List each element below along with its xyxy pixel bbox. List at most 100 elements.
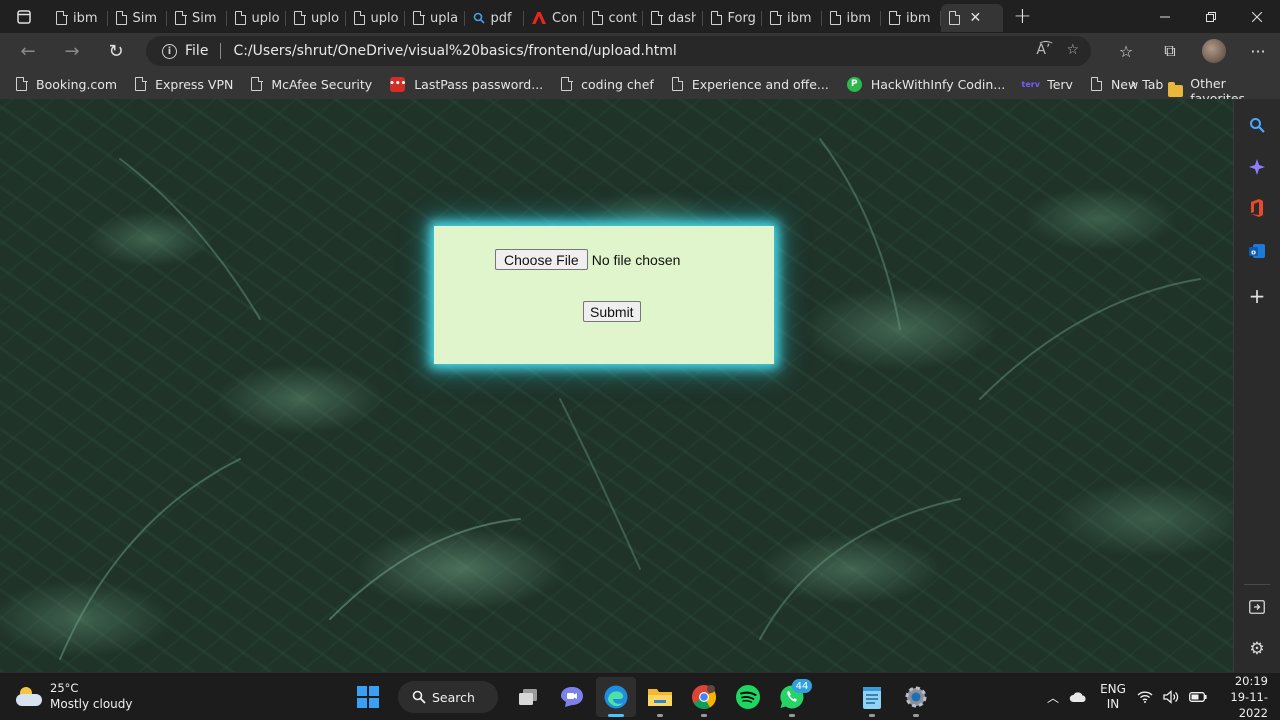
partly-cloudy-icon (16, 686, 42, 707)
show-hidden-icons-button[interactable]: ︿ (1040, 689, 1066, 706)
close-tab-icon[interactable]: ✕ (970, 10, 982, 26)
profile-button[interactable] (1192, 33, 1236, 69)
close-window-button[interactable] (1234, 0, 1280, 33)
tab-label: ibm (73, 10, 98, 26)
tab[interactable]: Sim (167, 4, 227, 32)
tab[interactable]: upla (405, 4, 465, 32)
hide-sidebar-icon (1249, 600, 1265, 614)
bookmark-label: McAfee Security (271, 76, 373, 92)
favorites-button[interactable]: ☆ (1104, 33, 1148, 69)
refresh-button[interactable]: ↻ (94, 33, 138, 69)
tab[interactable]: uplo (346, 4, 406, 32)
bookmark-label: Experience and offe... (691, 76, 829, 92)
bookmark-item[interactable]: P HackWithInfy Codin... (846, 76, 1005, 92)
page-icon (175, 10, 187, 25)
onedrive-tray-button[interactable] (1066, 691, 1090, 703)
page-icon (948, 10, 960, 25)
hide-sidebar-button[interactable] (1246, 596, 1268, 618)
minimize-button[interactable] (1142, 0, 1188, 33)
address-bar[interactable]: i File C:/Users/shrut/OneDrive/visual%20… (146, 36, 1091, 66)
bookmark-item[interactable]: ••• LastPass password... (389, 76, 544, 92)
page-icon (671, 76, 684, 91)
clock[interactable]: 20:19 19-11-2022 (1208, 673, 1280, 720)
tab[interactable]: Sim (108, 4, 168, 32)
page-icon (889, 10, 901, 25)
favorites-star-icon: ☆ (1118, 41, 1134, 61)
chrome-app[interactable] (684, 677, 724, 717)
maximize-button[interactable] (1188, 0, 1234, 33)
sidebar-add-button[interactable]: + (1246, 284, 1268, 308)
tab[interactable]: uplo (286, 4, 346, 32)
sidebar-search-button[interactable] (1246, 114, 1268, 136)
bookmark-item[interactable]: New Tab (1090, 76, 1163, 92)
sidebar-settings-button[interactable]: ⚙ (1246, 638, 1268, 660)
quick-settings-button[interactable] (1136, 690, 1208, 704)
tab[interactable]: uplo (227, 4, 287, 32)
task-view-icon (519, 689, 537, 705)
tab-label: Con (552, 10, 578, 26)
forward-button[interactable]: → (50, 33, 94, 69)
edge-app[interactable] (596, 677, 636, 717)
tab-active[interactable]: ✕ (940, 4, 1003, 32)
address-separator (220, 43, 222, 59)
tab-actions-button[interactable] (0, 0, 48, 33)
tab[interactable]: ibm (762, 4, 822, 32)
collections-button[interactable]: ⧉ (1148, 33, 1192, 69)
tab[interactable]: Con (524, 4, 584, 32)
bookmark-item[interactable]: Experience and offe... (671, 76, 829, 92)
teams-chat-button[interactable] (552, 677, 592, 717)
info-icon[interactable]: i (162, 43, 177, 59)
chevron-right-icon[interactable]: › (1131, 76, 1137, 92)
edge-icon (604, 685, 628, 709)
tab-label: pdf (490, 10, 512, 26)
submit-button[interactable]: Submit (583, 301, 641, 322)
close-icon (1252, 11, 1262, 22)
tab-label: uplo (370, 10, 399, 26)
spotify-app[interactable] (728, 677, 768, 717)
page-icon (16, 76, 28, 91)
adobe-icon (532, 12, 546, 24)
new-tab-button[interactable]: + (1003, 0, 1043, 33)
weather-widget[interactable]: 25°C Mostly cloudy (16, 681, 133, 712)
sidebar-office-button[interactable] (1246, 197, 1268, 219)
start-button[interactable] (348, 677, 388, 717)
tab-label: ibm (787, 10, 812, 26)
bookmark-item[interactable]: terv Terv (1022, 76, 1073, 92)
tab[interactable]: dash (643, 4, 703, 32)
tab[interactable]: pdf (465, 4, 525, 32)
bookmark-label: LastPass password... (414, 76, 544, 92)
tab[interactable]: Forg (703, 4, 763, 32)
read-aloud-icon[interactable]: A͡ʼ (1036, 42, 1050, 58)
tab[interactable]: ibm (822, 4, 882, 32)
notepad-icon (863, 687, 881, 709)
whatsapp-app[interactable]: 44 (772, 677, 812, 717)
tab[interactable]: ibm (881, 4, 941, 32)
file-explorer-app[interactable] (640, 677, 680, 717)
back-button[interactable]: ← (6, 33, 50, 69)
settings-app[interactable] (896, 677, 936, 717)
settings-more-button[interactable]: ··· (1236, 33, 1280, 69)
input-language-button[interactable]: ENG IN (1090, 682, 1136, 712)
bookmark-item[interactable]: Booking.com (16, 76, 117, 92)
bookmark-item[interactable]: Express VPN (135, 76, 233, 92)
sidebar-discover-button[interactable] (1246, 156, 1268, 178)
gear-icon: ⚙ (1249, 639, 1265, 659)
choose-file-button[interactable]: Choose File (495, 249, 588, 270)
plus-icon: + (1248, 284, 1266, 308)
tab[interactable]: ibm (48, 4, 108, 32)
bookmark-item[interactable]: McAfee Security (251, 76, 373, 92)
add-favorite-icon[interactable]: ☆ (1066, 42, 1079, 58)
taskbar-apps: Search 44 (348, 677, 936, 717)
task-view-button[interactable] (508, 677, 548, 717)
bookmark-item[interactable]: coding chef (561, 76, 654, 92)
address-url[interactable]: C:/Users/shrut/OneDrive/visual%20basics/… (233, 43, 676, 59)
sidebar-outlook-button[interactable]: o (1246, 240, 1268, 262)
page-icon (413, 10, 425, 25)
favorites-bar: Booking.com Express VPN McAfee Security … (0, 69, 1280, 106)
notepad-app[interactable] (852, 677, 892, 717)
avatar (1202, 39, 1226, 63)
bookmark-label: Terv (1047, 76, 1073, 92)
tab-label: Sim (192, 10, 217, 26)
taskbar-search[interactable]: Search (398, 681, 498, 713)
tab[interactable]: cont (584, 4, 644, 32)
